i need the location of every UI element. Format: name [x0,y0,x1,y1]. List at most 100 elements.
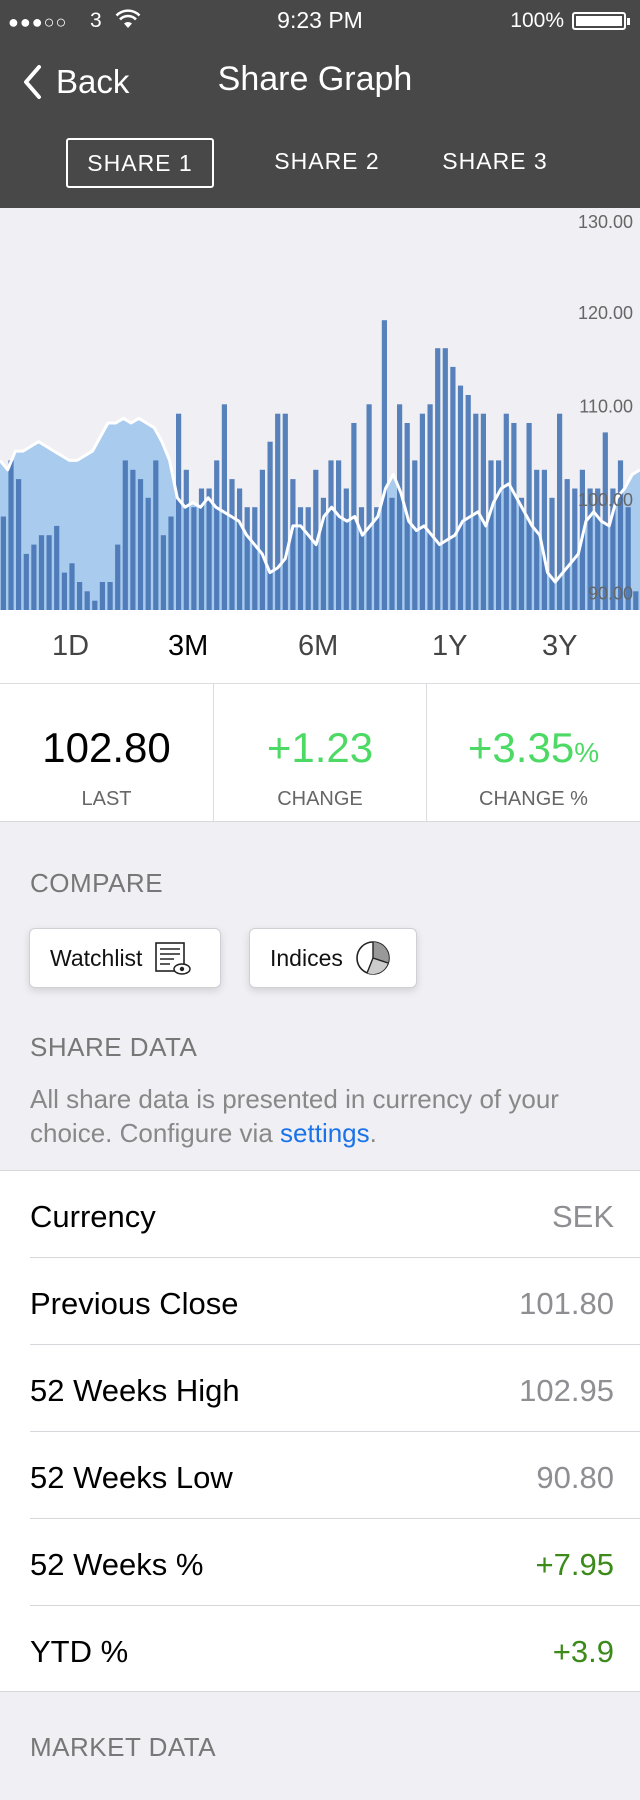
share-chart-svg: 130.00 120.00 110.00 100.00 90.00 [0,212,640,610]
change-caption: CHANGE [277,788,363,810]
chart-bar [465,395,471,610]
row-value: 101.80 [519,1286,614,1321]
share-chart[interactable]: 130.00 120.00 110.00 100.00 90.00 [0,208,640,610]
chart-bar [541,469,547,610]
row-value: 90.80 [536,1460,614,1495]
navigation-bar: Back Share Graph SHARE 1 SHARE 2 SHARE 3 [0,40,640,208]
list-item: YTD % +3.9 [30,1606,640,1693]
list-item: 52 Weeks % +7.95 [30,1519,640,1606]
chart-bar [419,413,425,610]
chart-bar [99,582,105,610]
row-label: 52 Weeks High [30,1373,240,1408]
chart-bar [69,563,75,610]
chart-bar [549,497,555,610]
chart-bar [358,507,365,610]
pie-chart-icon [356,941,390,975]
battery-icon [572,12,630,30]
y-tick-label: 100.00 [578,490,633,510]
chart-bar [343,488,349,610]
list-item: 52 Weeks High 102.95 [30,1345,640,1432]
chart-bar [214,460,220,610]
chart-bar [412,460,418,610]
chart-bar [183,469,189,610]
chart-bar [518,497,525,610]
chart-bar [259,469,265,610]
chart-bar [381,320,387,610]
compare-heading: COMPARE [30,868,164,898]
chart-bar [115,544,121,610]
chart-bar [252,507,258,610]
chart-bar [267,441,273,610]
range-1d[interactable]: 1D [52,630,89,663]
y-tick-label: 130.00 [578,212,633,232]
range-3y[interactable]: 3Y [542,630,577,663]
chart-bar [435,348,441,610]
chart-bar [46,535,52,610]
chart-bar [450,366,456,610]
last-price: 102.80 [42,724,171,771]
page-title: Share Graph [217,60,413,98]
chart-bar [534,469,540,610]
chart-bar [206,488,212,610]
y-tick-label: 110.00 [579,396,633,416]
chart-bar [297,507,304,610]
chart-bar [633,591,639,610]
watchlist-icon [155,942,192,975]
row-value: +7.95 [535,1547,614,1582]
range-selector: 1D 3M 6M 1Y 3Y [0,610,640,684]
chart-bar [191,507,197,610]
chart-bar [92,600,98,610]
market-data-heading: MARKET DATA [30,1732,217,1762]
chart-bar [8,460,14,610]
chart-bar [84,591,90,610]
chart-bar [488,460,494,610]
settings-link[interactable]: settings [280,1118,370,1148]
chart-bar [229,479,235,610]
chart-bar [107,582,113,610]
chart-bar [77,582,83,610]
chart-bar [160,535,166,610]
chart-bar [366,404,372,610]
range-3m[interactable]: 3M [168,630,208,663]
list-item: 52 Weeks Low 90.80 [30,1432,640,1519]
chart-bar [328,460,334,610]
row-value: 102.95 [519,1373,614,1408]
y-tick-label: 90.00 [588,583,633,603]
chart-bar [336,460,342,610]
tab-share-2[interactable]: SHARE 2 [262,138,392,188]
chart-bar [31,544,37,610]
chart-bar [130,469,136,610]
chart-bar [511,423,517,610]
percent-unit: % [574,737,600,768]
chart-bar [153,460,159,610]
indices-label: Indices [270,944,343,971]
chart-bar [275,413,281,610]
chart-bar [397,404,403,610]
change-value: +1.23 [266,724,374,771]
watchlist-button[interactable]: Watchlist [29,928,221,988]
row-value: +3.9 [552,1634,614,1669]
chart-bar [305,507,311,610]
tab-share-1[interactable]: SHARE 1 [66,138,214,188]
chart-bar [374,507,380,610]
chart-bar [480,413,486,610]
chart-bar [145,497,151,610]
range-1y[interactable]: 1Y [432,630,467,663]
range-6m[interactable]: 6M [298,630,338,663]
watchlist-label: Watchlist [50,944,143,971]
chart-bar [38,535,45,610]
change-pct-number: +3.35 [467,724,575,771]
chart-bar [137,479,144,610]
row-label: Previous Close [30,1286,239,1321]
chart-bar [16,479,22,610]
chart-bar [0,516,6,610]
chart-bar [23,553,29,610]
tab-share-3[interactable]: SHARE 3 [430,138,560,188]
chart-bar [503,413,509,610]
row-value: SEK [551,1199,614,1234]
indices-button[interactable]: Indices [249,928,417,988]
stat-last: 102.80 LAST [0,684,213,822]
chart-bar [168,516,174,610]
price-stats: 102.80 LAST +1.23 CHANGE +3.35% CHANGE % [0,684,640,822]
change-pct-caption: CHANGE % [479,788,588,810]
